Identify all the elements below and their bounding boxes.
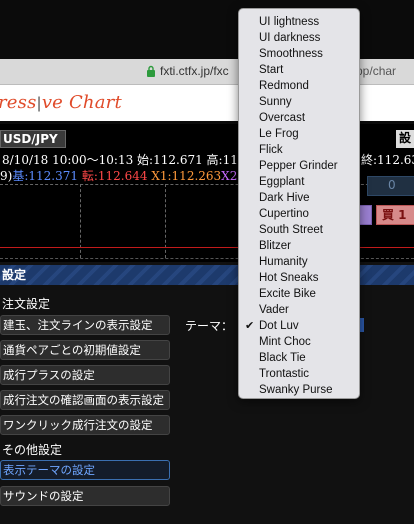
url-text: fxti.ctfx.jp/fxc [160,64,229,78]
menu-option[interactable]: UI darkness [239,30,359,46]
menu-option[interactable]: Smoothness [239,46,359,62]
menu-option[interactable]: Humanity [239,254,359,270]
ohlc-info: 8/10/18 10:00〜10:13 始:112.671 高:11 [2,153,238,167]
menu-option[interactable]: Vader [239,302,359,318]
menu-option[interactable]: Flick [239,142,359,158]
ohlc-close: 終:112.63 [361,153,414,167]
menu-option[interactable]: South Street [239,222,359,238]
menu-option[interactable]: Cupertino [239,206,359,222]
settings-item[interactable]: 建玉、注文ラインの表示設定 [0,315,170,335]
menu-option[interactable]: UI lightness [239,14,359,30]
settings-item[interactable]: ワンクリック成行注文の設定 [0,415,170,435]
settings-item-sound[interactable]: サウンドの設定 [0,486,170,506]
menu-option[interactable]: Eggplant [239,174,359,190]
rate-value: 0 [388,178,396,192]
checkmark-icon: ✔ [245,320,255,332]
settings-tab[interactable]: 設 [396,130,414,148]
settings-item[interactable]: 成行プラスの設定 [0,365,170,385]
currency-pair-tab[interactable]: USD/JPY [0,130,66,148]
menu-option[interactable]: Excite Bike [239,286,359,302]
settings-item-theme[interactable]: 表示テーマの設定 [0,460,170,480]
menu-option[interactable]: Trontastic [239,366,359,382]
menu-option[interactable]: Blitzer [239,238,359,254]
menu-option[interactable]: Swanky Purse [239,382,359,398]
menu-option[interactable]: Le Frog [239,126,359,142]
buy-button[interactable]: 買 1 [376,205,414,225]
menu-option[interactable]: Hot Sneaks [239,270,359,286]
indicator-line: 9)基:112.371 転:112.644 X1:112.263X2 [0,169,238,183]
section-other-settings: その他設定 [2,443,63,457]
menu-option-selected[interactable]: ✔ Dot Luv [239,318,359,334]
menu-option[interactable]: Pepper Grinder [239,158,359,174]
theme-dropdown-menu: UI lightness UI darkness Smoothness Star… [238,8,360,399]
menu-option[interactable]: Redmond [239,78,359,94]
section-order-settings: 注文設定 [2,297,51,311]
menu-option[interactable]: Sunny [239,94,359,110]
lock-icon [147,65,155,77]
menu-option[interactable]: Black Tie [239,350,359,366]
menu-option[interactable]: Overcast [239,110,359,126]
settings-item[interactable]: 成行注文の確認画面の表示設定 [0,390,170,410]
theme-label: テーマ： [185,319,234,333]
menu-option[interactable]: Dark Hive [239,190,359,206]
menu-option[interactable]: Start [239,62,359,78]
app-logo: ress|ve Chart [0,92,122,113]
settings-item[interactable]: 通貨ペアごとの初期値設定 [0,340,170,360]
menu-option[interactable]: Mint Choc [239,334,359,350]
